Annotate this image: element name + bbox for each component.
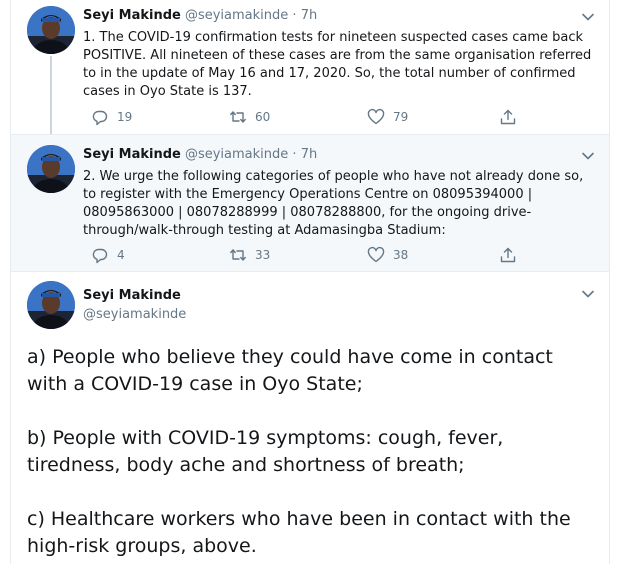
username[interactable]: @seyiamakinde	[83, 305, 186, 324]
like-button[interactable]: 38	[367, 245, 408, 265]
paragraph: b) People with COVID-19 symptoms: cough,…	[27, 427, 504, 476]
separator-dot: ·	[292, 147, 297, 162]
reply-icon	[92, 110, 108, 126]
retweet-icon	[230, 249, 246, 261]
chevron-down-icon[interactable]	[581, 286, 595, 300]
retweet-button[interactable]: 60	[229, 107, 270, 127]
author-block: Seyi Makinde @seyiamakinde	[83, 286, 186, 324]
reply-icon	[92, 248, 108, 264]
share-button[interactable]	[499, 245, 525, 265]
retweet-count: 33	[255, 248, 271, 262]
timestamp[interactable]: 7h	[301, 8, 318, 23]
reply-button[interactable]: 4	[91, 245, 125, 265]
avatar[interactable]	[27, 6, 75, 54]
timestamp[interactable]: 7h	[301, 147, 318, 162]
tweet-thread: Seyi Makinde @seyiamakinde · 7h 1. The C…	[10, 0, 610, 564]
display-name[interactable]: Seyi Makinde	[83, 286, 186, 305]
heart-icon	[367, 246, 385, 263]
share-button[interactable]	[499, 107, 525, 127]
heart-icon	[367, 108, 385, 125]
display-name[interactable]: Seyi Makinde	[83, 8, 181, 23]
chevron-down-icon[interactable]	[581, 148, 595, 162]
tweet-header: Seyi Makinde @seyiamakinde · 7h	[83, 8, 317, 23]
tweet-text: a) People who believe they could have co…	[27, 344, 597, 587]
reply-count: 4	[117, 248, 125, 262]
like-count: 79	[393, 110, 409, 124]
display-name[interactable]: Seyi Makinde	[83, 147, 181, 162]
username[interactable]: @seyiamakinde	[185, 147, 288, 162]
retweet-button[interactable]: 33	[229, 245, 270, 265]
tweet-text: 1. The COVID-19 confirmation tests for n…	[83, 30, 592, 99]
chevron-down-icon[interactable]	[581, 9, 595, 23]
like-button[interactable]: 79	[367, 107, 408, 127]
tweet-2[interactable]: Seyi Makinde @seyiamakinde · 7h 2. We ur…	[11, 134, 609, 272]
username[interactable]: @seyiamakinde	[185, 8, 288, 23]
paragraph: a) People who believe they could have co…	[27, 346, 553, 395]
tweet-actions: 19 60 79	[83, 107, 523, 127]
retweet-count: 60	[255, 110, 271, 124]
tweet-text: 2. We urge the following categories of p…	[83, 169, 584, 238]
separator-dot: ·	[292, 8, 297, 23]
avatar[interactable]	[27, 281, 75, 329]
thread-connector-line	[50, 56, 52, 138]
tweet-actions: 4 33 38	[83, 245, 523, 265]
tweet-header: Seyi Makinde @seyiamakinde · 7h	[83, 147, 317, 162]
paragraph: c) Healthcare workers who have been in c…	[27, 508, 571, 557]
avatar[interactable]	[27, 145, 75, 193]
tweet-1[interactable]: Seyi Makinde @seyiamakinde · 7h 1. The C…	[11, 0, 609, 138]
like-count: 38	[393, 248, 409, 262]
tweet-3-focused[interactable]: Seyi Makinde @seyiamakinde a) People who…	[11, 272, 609, 564]
reply-button[interactable]: 19	[91, 107, 132, 127]
share-icon	[500, 247, 516, 263]
retweet-icon	[230, 111, 246, 123]
share-icon	[500, 109, 516, 125]
reply-count: 19	[117, 110, 133, 124]
